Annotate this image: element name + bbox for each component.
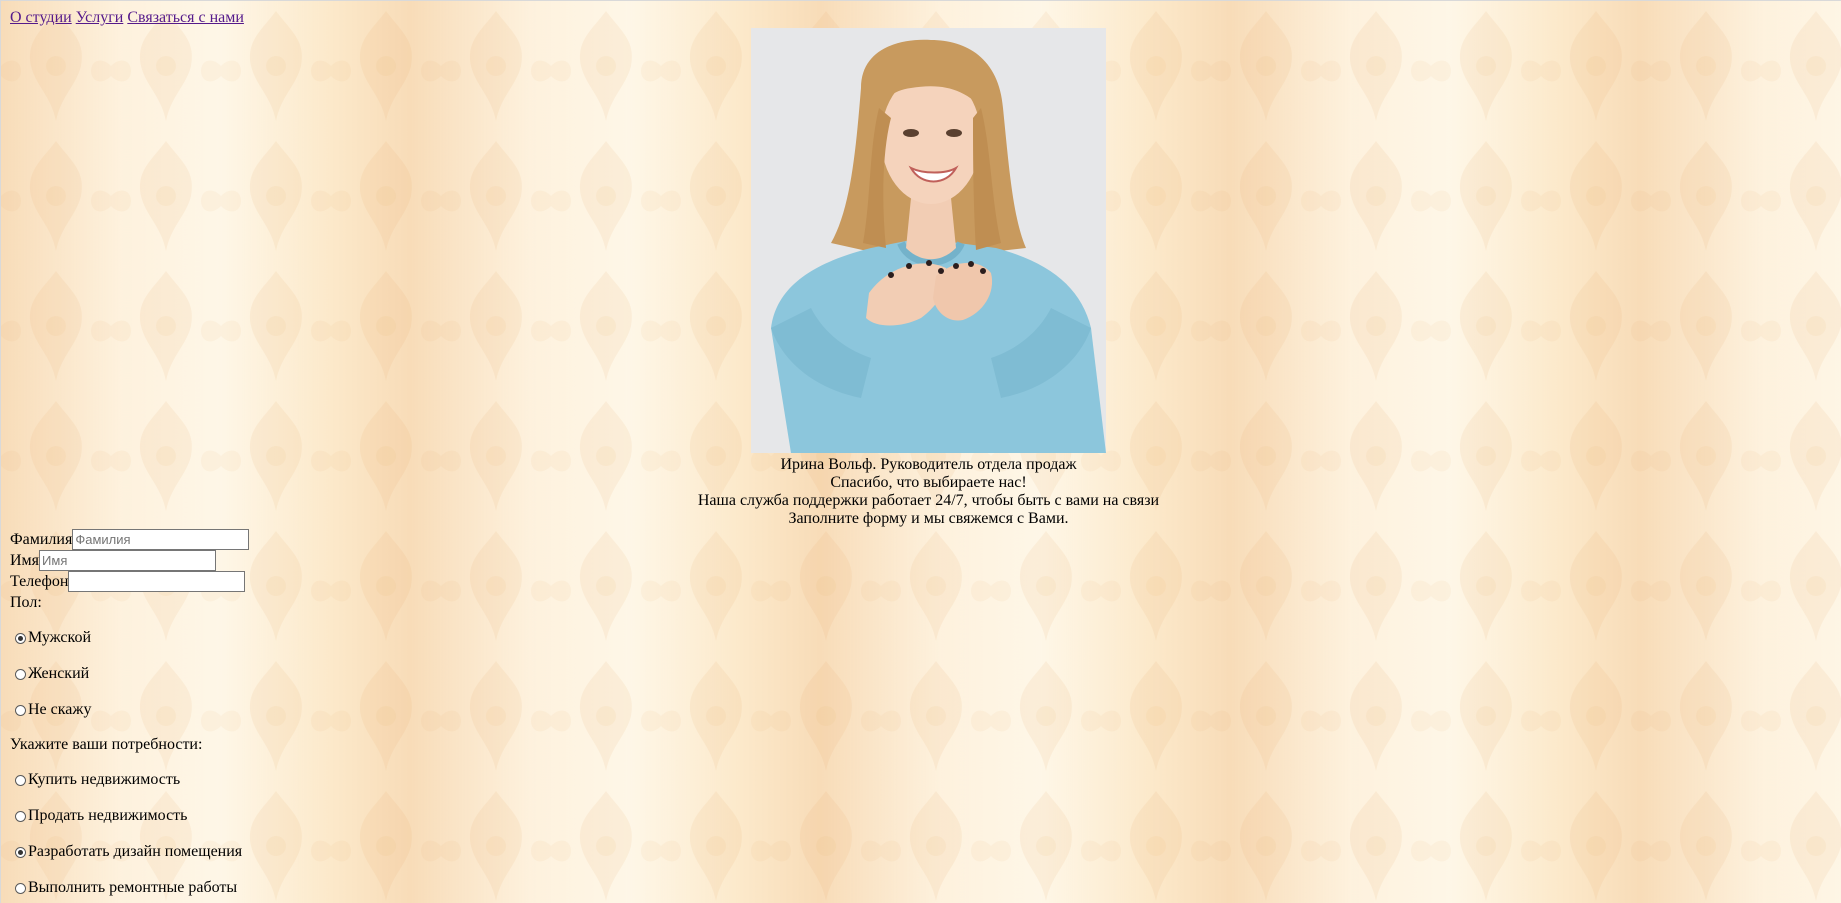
nav-link-about[interactable]: О студии xyxy=(10,9,72,26)
gender-radio-female[interactable] xyxy=(15,668,26,680)
name-label: Имя xyxy=(10,551,40,569)
gender-option-female[interactable]: Женский xyxy=(10,664,249,684)
needs-radio-repair[interactable] xyxy=(15,882,26,894)
needs-option-label: Продать недвижимость xyxy=(28,807,188,824)
gender-option-male[interactable]: Мужской xyxy=(10,628,249,648)
needs-radio-design[interactable] xyxy=(15,846,26,858)
phone-row: Телефон xyxy=(10,571,249,592)
needs-option-label: Разработать дизайн помещения xyxy=(28,843,243,860)
gender-label: Пол: xyxy=(10,593,42,611)
gender-option-label: Мужской xyxy=(28,629,92,646)
needs-option-buy[interactable]: Купить недвижимость xyxy=(10,770,249,790)
caption-support: Наша служба поддержки работает 24/7, что… xyxy=(697,492,1160,509)
needs-option-label: Купить недвижимость xyxy=(28,771,181,788)
surname-input[interactable] xyxy=(72,529,250,550)
needs-radio-buy[interactable] xyxy=(15,774,26,786)
nav-link-contact[interactable]: Связаться с нами xyxy=(127,9,244,26)
caption-form-hint: Заполните форму и мы свяжемся с Вами. xyxy=(788,510,1069,527)
caption-thanks: Спасибо, что выбираете нас! xyxy=(830,474,1027,491)
phone-input[interactable] xyxy=(68,571,246,592)
surname-row: Фамилия xyxy=(10,529,250,550)
gender-radio-unspecified[interactable] xyxy=(15,704,26,716)
surname-label: Фамилия xyxy=(10,530,73,548)
needs-option-label: Выполнить ремонтные работы xyxy=(28,879,238,896)
nav-link-services[interactable]: Услуги xyxy=(76,9,124,26)
gender-option-unspecified[interactable]: Не скажу xyxy=(10,700,249,720)
needs-label: Укажите ваши потребности: xyxy=(10,736,203,753)
needs-option-repair[interactable]: Выполнить ремонтные работы xyxy=(10,878,249,898)
gender-radio-male[interactable] xyxy=(15,632,26,644)
needs-option-design[interactable]: Разработать дизайн помещения xyxy=(10,842,249,862)
gender-option-label: Женский xyxy=(28,665,90,682)
needs-radio-sell[interactable] xyxy=(15,810,26,822)
top-nav: О студии Услуги Связаться с нами xyxy=(10,9,244,27)
phone-label: Телефон xyxy=(10,572,69,590)
manager-caption: Ирина Вольф. Руководитель отдела продаж … xyxy=(1,456,1841,528)
manager-photo xyxy=(751,28,1106,453)
caption-name: Ирина Вольф. Руководитель отдела продаж xyxy=(780,456,1077,473)
name-row: Имя xyxy=(10,550,249,571)
contact-form: Фамилия Имя Телефон Пол: Мужской Женский… xyxy=(10,529,250,898)
needs-option-sell[interactable]: Продать недвижимость xyxy=(10,806,249,826)
name-input[interactable] xyxy=(39,550,217,571)
gender-option-label: Не скажу xyxy=(28,701,92,718)
